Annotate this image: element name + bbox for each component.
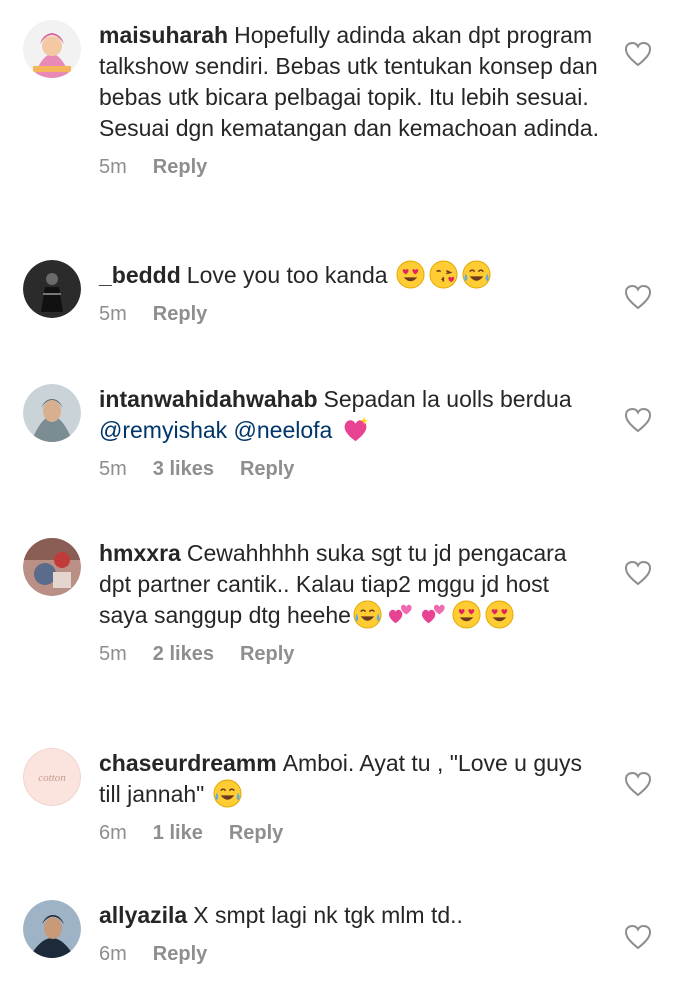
comment-body: maisuharah Hopefully adinda akan dpt prog… — [99, 20, 604, 180]
timestamp: 6m — [99, 943, 127, 965]
comment-meta: 6m 1 like Reply — [99, 820, 604, 846]
sparkling-heart-emoji — [341, 415, 370, 444]
timestamp: 5m — [99, 643, 127, 665]
likes-count[interactable]: 3 likes — [153, 456, 214, 482]
comment-meta: 6m Reply — [99, 941, 604, 967]
like-heart-icon[interactable] — [624, 560, 652, 586]
likes-count[interactable]: 1 like — [153, 820, 203, 846]
timestamp: 5m — [99, 458, 127, 480]
two-hearts-emoji — [386, 600, 415, 629]
like-heart-icon[interactable] — [624, 284, 652, 310]
comment-body: chaseurdreamm Amboi. Ayat tu , "Love u gu… — [99, 748, 604, 846]
reply-button[interactable]: Reply — [240, 641, 294, 667]
kissing-heart-emoji — [429, 260, 458, 289]
svg-text:cotton: cotton — [38, 772, 66, 784]
comment-text: X smpt lagi nk tgk mlm td.. — [193, 902, 463, 928]
like-heart-icon[interactable] — [624, 771, 652, 797]
avatar[interactable] — [23, 900, 81, 958]
avatar[interactable] — [23, 384, 81, 442]
avatar[interactable]: cotton — [23, 748, 81, 806]
reply-button[interactable]: Reply — [153, 301, 207, 327]
likes-count[interactable]: 2 likes — [153, 641, 214, 667]
tears-of-joy-emoji — [353, 600, 382, 629]
like-heart-icon[interactable] — [624, 41, 652, 67]
reply-button[interactable]: Reply — [240, 456, 294, 482]
timestamp: 5m — [99, 156, 127, 178]
username[interactable]: allyazila — [99, 902, 187, 928]
comment-meta: 5m Reply — [99, 301, 604, 327]
heart-eyes-emoji — [396, 260, 425, 289]
comment-meta: 5m 3 likes Reply — [99, 456, 604, 482]
username[interactable]: chaseurdreamm — [99, 750, 277, 776]
two-hearts-emoji — [419, 600, 448, 629]
reply-button[interactable]: Reply — [229, 820, 283, 846]
tears-of-joy-emoji — [213, 779, 242, 808]
comment-text: Love you too kanda — [186, 262, 394, 288]
avatar[interactable] — [23, 20, 81, 78]
heart-eyes-emoji — [452, 600, 481, 629]
reply-button[interactable]: Reply — [153, 941, 207, 967]
username[interactable]: hmxxra — [99, 540, 181, 566]
comment-body: allyazila X smpt lagi nk tgk mlm td.. 6m Re… — [99, 900, 604, 967]
comment-body: intanwahidahwahab Sepadan la uolls berdua… — [99, 384, 604, 482]
reply-button[interactable]: Reply — [153, 154, 207, 180]
comment-text — [332, 417, 338, 443]
tears-of-joy-emoji — [462, 260, 491, 289]
avatar[interactable] — [23, 260, 81, 318]
like-heart-icon[interactable] — [624, 407, 652, 433]
username[interactable]: _beddd — [99, 262, 181, 288]
comment-body: hmxxra Cewahhhhh suka sgt tu jd pengacara… — [99, 538, 604, 667]
mention-link[interactable]: @neelofa — [234, 417, 333, 443]
comment-meta: 5m Reply — [99, 154, 604, 180]
comment-meta: 5m 2 likes Reply — [99, 641, 604, 667]
avatar[interactable] — [23, 538, 81, 596]
username[interactable]: intanwahidahwahab — [99, 386, 318, 412]
timestamp: 5m — [99, 303, 127, 325]
username[interactable]: maisuharah — [99, 22, 228, 48]
comment-text: Sepadan la uolls berdua — [323, 386, 572, 412]
heart-eyes-emoji — [485, 600, 514, 629]
mention-link[interactable]: @remyishak — [99, 417, 227, 443]
comment-body: _beddd Love you too kanda 5m Reply — [99, 260, 604, 327]
timestamp: 6m — [99, 822, 127, 844]
like-heart-icon[interactable] — [624, 924, 652, 950]
